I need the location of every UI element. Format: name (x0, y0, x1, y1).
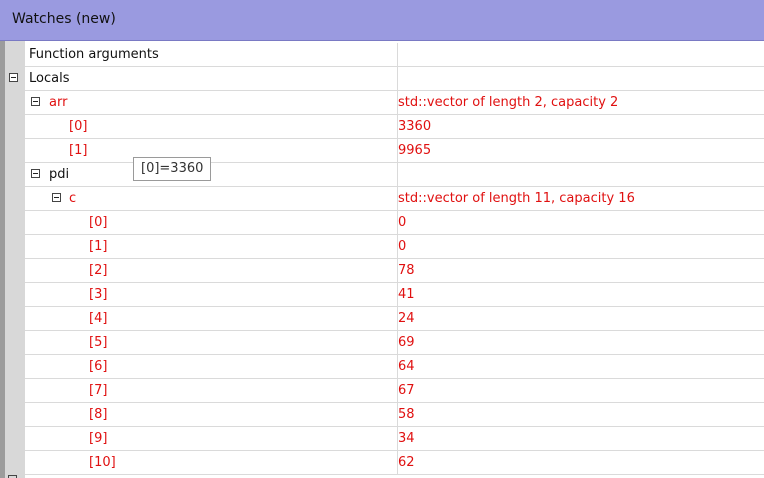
watch-value: 78 (398, 263, 415, 278)
watch-name: arr (49, 95, 68, 110)
watch-grid: Function arguments Locals arr std::vecto… (25, 43, 764, 478)
watch-name: [1] (69, 143, 88, 158)
watch-row-c-7[interactable]: [7] 67 (25, 379, 764, 403)
watch-row-c-8[interactable]: [8] 58 (25, 403, 764, 427)
watch-name: [5] (89, 335, 108, 350)
watch-row-c[interactable]: c std::vector of length 11, capacity 16 (25, 187, 764, 211)
watch-value: 67 (398, 383, 415, 398)
watch-name: [7] (89, 383, 108, 398)
watch-value: std::vector of length 11, capacity 16 (398, 191, 635, 206)
watch-row-function-arguments[interactable]: Function arguments (25, 43, 764, 67)
watch-row-c-3[interactable]: [3] 41 (25, 283, 764, 307)
watch-name: [10] (89, 455, 116, 470)
watch-value: 64 (398, 359, 415, 374)
watch-name: c (69, 191, 77, 206)
watch-value: std::vector of length 2, capacity 2 (398, 95, 619, 110)
watch-row-c-5[interactable]: [5] 69 (25, 331, 764, 355)
arr-collapse-icon[interactable] (31, 97, 40, 106)
watch-name: [4] (89, 311, 108, 326)
watch-value: 34 (398, 431, 415, 446)
watch-name: Locals (29, 71, 70, 86)
watch-value: 0 (398, 239, 407, 254)
watch-name: [6] (89, 359, 108, 374)
watch-value: 0 (398, 215, 407, 230)
locals-collapse-icon[interactable] (9, 73, 18, 82)
watch-value: 41 (398, 287, 415, 302)
watch-value: 58 (398, 407, 415, 422)
watch-value: 3360 (398, 119, 432, 134)
value-tooltip: [0]=3360 (133, 157, 212, 181)
watch-value: 69 (398, 335, 415, 350)
watch-name: [1] (89, 239, 108, 254)
watch-row-c-10[interactable]: [10] 62 (25, 451, 764, 475)
watch-name: [2] (89, 263, 108, 278)
watch-row-c-0[interactable]: [0] 0 (25, 211, 764, 235)
watch-name: [9] (89, 431, 108, 446)
pdi-collapse-icon[interactable] (31, 169, 40, 178)
watch-row-c-2[interactable]: [2] 78 (25, 259, 764, 283)
watch-row-arr-0[interactable]: [0] 3360 (25, 115, 764, 139)
window-title: Watches (new) (12, 11, 116, 27)
watch-row-arr[interactable]: arr std::vector of length 2, capacity 2 (25, 91, 764, 115)
watch-name: [3] (89, 287, 108, 302)
watch-row-c-1[interactable]: [1] 0 (25, 235, 764, 259)
watch-row-c-9[interactable]: [9] 34 (25, 427, 764, 451)
watch-value: 9965 (398, 143, 432, 158)
watch-value: 62 (398, 455, 415, 470)
watch-name: [0] (69, 119, 88, 134)
watch-row-c-4[interactable]: [4] 24 (25, 307, 764, 331)
partial-next-row (25, 474, 764, 478)
watch-name: [8] (89, 407, 108, 422)
window-title-bar[interactable]: Watches (new) (0, 0, 764, 41)
watch-row-c-6[interactable]: [6] 64 (25, 355, 764, 379)
c-collapse-icon[interactable] (52, 193, 61, 202)
watch-name: pdi (49, 167, 70, 182)
watch-row-locals[interactable]: Locals (25, 67, 764, 91)
watch-name: Function arguments (29, 47, 159, 62)
watch-value: 24 (398, 311, 415, 326)
row-header-gutter (5, 41, 25, 478)
watch-name: [0] (89, 215, 108, 230)
